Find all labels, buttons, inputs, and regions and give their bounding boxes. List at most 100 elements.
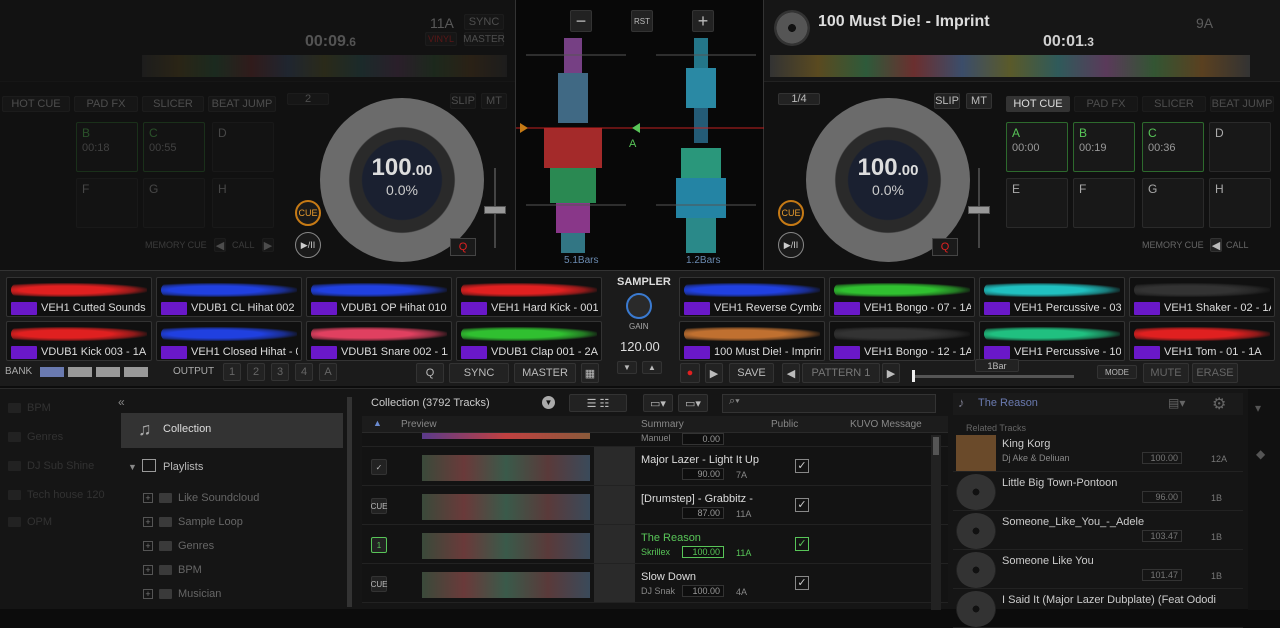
tracklist-scrollbar[interactable] — [931, 435, 941, 610]
side-menu-icon[interactable]: ▾ — [1255, 401, 1261, 415]
sampler-slot[interactable]: VEH1 Bongo - 07 - 1A — [829, 277, 975, 317]
record-button[interactable]: ● — [680, 363, 700, 383]
sort-icon[interactable]: ▲ — [373, 418, 382, 428]
deck-b-q-button[interactable]: Q — [932, 238, 958, 256]
deck-b-pad-f[interactable]: F — [1073, 178, 1135, 228]
public-checkbox[interactable]: ✓ — [795, 459, 809, 473]
sampler-slot[interactable]: VEH1 Percussive - 03 ... — [979, 277, 1125, 317]
deck-a-pad-f[interactable]: F — [76, 178, 138, 228]
related-track-row[interactable]: Someone_Like_You_-_Adele 103.47 1B — [953, 511, 1243, 550]
tree-item-bpm[interactable]: BPM — [8, 402, 51, 414]
deck-a-tab-beatjump[interactable]: BEAT JUMP — [208, 96, 276, 112]
sampler-slot[interactable]: VEH1 Shaker - 02 - 1A — [1129, 277, 1275, 317]
row-preview-waveform[interactable] — [422, 494, 590, 520]
output-3-button[interactable]: 3 — [271, 363, 289, 381]
deck-b-beatloop[interactable]: 1/4 — [778, 93, 820, 105]
vertical-waveforms[interactable] — [516, 38, 765, 268]
deck-a-overview-waveform[interactable] — [142, 55, 507, 77]
sampler-slot[interactable]: VDUB1 Kick 003 - 1A — [6, 321, 152, 361]
deck-b-play-button[interactable]: ▶/II — [778, 232, 804, 258]
column-view-icon[interactable]: ▭▾ — [643, 394, 673, 412]
sampler-gain-knob[interactable] — [626, 293, 652, 319]
table-row[interactable]: 1 The Reason Skrillex 100.00 11A ✓ — [362, 525, 948, 564]
output-2-button[interactable]: 2 — [247, 363, 265, 381]
deck-a-tempo-slider[interactable] — [484, 168, 506, 248]
playlist-bpm[interactable]: + BPM — [143, 564, 202, 576]
bank-2-button[interactable] — [68, 367, 92, 377]
table-row[interactable]: Manuel 0.00 — [362, 433, 948, 447]
sampler-slot[interactable]: VEH1 Tom - 01 - 1A — [1129, 321, 1275, 361]
deck-a-call-next[interactable]: ▶ — [262, 238, 274, 252]
sampler-bpm-up[interactable]: ▲ — [642, 361, 662, 374]
erase-button[interactable]: ERASE — [1192, 363, 1238, 383]
deck-b-tab-slicer[interactable]: SLICER — [1142, 96, 1206, 112]
deck-b-pad-a[interactable]: A 00:00 — [1006, 122, 1068, 172]
deck-b-slip-button[interactable]: SLIP — [934, 93, 960, 109]
list-view-icon[interactable]: ☰ ☷ — [569, 394, 627, 412]
deck-b-mt-button[interactable]: MT — [966, 93, 992, 109]
deck-b-tab-beatjump[interactable]: BEAT JUMP — [1210, 96, 1274, 112]
row-state-icon[interactable]: CUE — [371, 498, 387, 514]
column-public[interactable]: Public — [771, 419, 798, 430]
bank-4-button[interactable] — [124, 367, 148, 377]
sampler-slot[interactable]: 100 Must Die! - Imprint — [679, 321, 825, 361]
filter-icon[interactable]: ▼ — [542, 396, 555, 409]
expand-icon[interactable]: + — [143, 541, 153, 551]
tree-item-genres[interactable]: Genres — [8, 431, 63, 443]
related-track-row[interactable]: King Korg Dj Ake & Deliuan 100.00 12A — [953, 433, 1243, 472]
sampler-slot[interactable]: VEH1 Hard Kick - 001 ... — [456, 277, 602, 317]
row-preview-waveform[interactable] — [422, 572, 590, 598]
tree-item-tech-house[interactable]: Tech house 120 — [8, 489, 105, 501]
output-4-button[interactable]: 4 — [295, 363, 313, 381]
deck-b-pad-b[interactable]: B 00:19 — [1073, 122, 1135, 172]
deck-a-sync-button[interactable]: SYNC — [464, 14, 504, 30]
zoom-reset-button[interactable]: RST — [631, 10, 653, 32]
deck-a-tab-slicer[interactable]: SLICER — [142, 96, 204, 112]
deck-b-tab-hotcue[interactable]: HOT CUE — [1006, 96, 1070, 112]
expand-icon[interactable]: + — [143, 517, 153, 527]
deck-a-pad-b[interactable]: B 00:18 — [76, 122, 138, 172]
expand-icon[interactable]: + — [143, 493, 153, 503]
deck-a-call-prev[interactable]: ◀ — [214, 238, 226, 252]
row-state-icon[interactable]: 1 — [371, 537, 387, 553]
deck-b-tab-padfx[interactable]: PAD FX — [1074, 96, 1138, 112]
mute-button[interactable]: MUTE — [1143, 363, 1189, 383]
playlist-genres[interactable]: + Genres — [143, 540, 214, 552]
layout-view-icon[interactable]: ▭▾ — [678, 394, 708, 412]
related-track-row[interactable]: Little Big Town-Pontoon 96.00 1B — [953, 472, 1243, 511]
pattern-next-button[interactable]: ▶ — [882, 363, 900, 383]
row-preview-waveform[interactable] — [422, 533, 590, 559]
expand-icon[interactable]: + — [143, 565, 153, 575]
deck-a-beatloop[interactable]: 2 — [287, 93, 329, 105]
pattern-selector[interactable]: PATTERN 1 — [802, 363, 880, 383]
sampler-sync-button[interactable]: SYNC — [449, 363, 509, 383]
playlist-musician[interactable]: + Musician — [143, 588, 221, 600]
deck-b-cue-button[interactable]: CUE — [778, 200, 804, 226]
sampler-slot[interactable]: VDUB1 Snare 002 - 1A — [306, 321, 452, 361]
column-preview[interactable]: Preview — [401, 419, 437, 430]
gear-icon[interactable]: ⚙ — [1212, 394, 1226, 414]
related-track-row[interactable]: Someone Like You 101.47 1B — [953, 550, 1243, 589]
sampler-quantize-button[interactable]: Q — [416, 363, 444, 383]
sampler-slot[interactable]: VDUB1 Clap 001 - 2A — [456, 321, 602, 361]
deck-a-master-button[interactable]: MASTER — [463, 32, 505, 46]
mode-button[interactable]: MODE — [1097, 365, 1137, 379]
tree-item-dj-sub-shine[interactable]: DJ Sub Shine — [8, 460, 94, 472]
column-kuvo-message[interactable]: KUVO Message — [850, 419, 922, 430]
deck-b-pad-g[interactable]: G — [1142, 178, 1204, 228]
deck-b-tempo-slider[interactable] — [968, 168, 990, 248]
sidebar-scrollbar[interactable] — [347, 397, 352, 607]
row-state-icon[interactable]: CUE — [371, 576, 387, 592]
collection-item[interactable] — [121, 413, 343, 448]
public-checkbox[interactable]: ✓ — [795, 576, 809, 590]
sampler-slot[interactable]: VDUB1 OP Hihat 010 ... — [306, 277, 452, 317]
playlist-sample-loop[interactable]: + Sample Loop — [143, 516, 243, 528]
sequence-length-dropdown[interactable]: 1Bar — [975, 359, 1019, 372]
collapse-sidebar-button[interactable]: « — [118, 395, 125, 409]
row-preview-waveform[interactable] — [422, 433, 590, 439]
sampler-slot[interactable]: VDUB1 CL Hihat 002 - ... — [156, 277, 302, 317]
deck-b-pad-h[interactable]: H — [1209, 178, 1271, 228]
sampler-slot[interactable]: VEH1 Closed Hihat - 0... — [156, 321, 302, 361]
deck-b-pad-c[interactable]: C 00:36 — [1142, 122, 1204, 172]
zoom-in-button[interactable]: + — [692, 10, 714, 32]
